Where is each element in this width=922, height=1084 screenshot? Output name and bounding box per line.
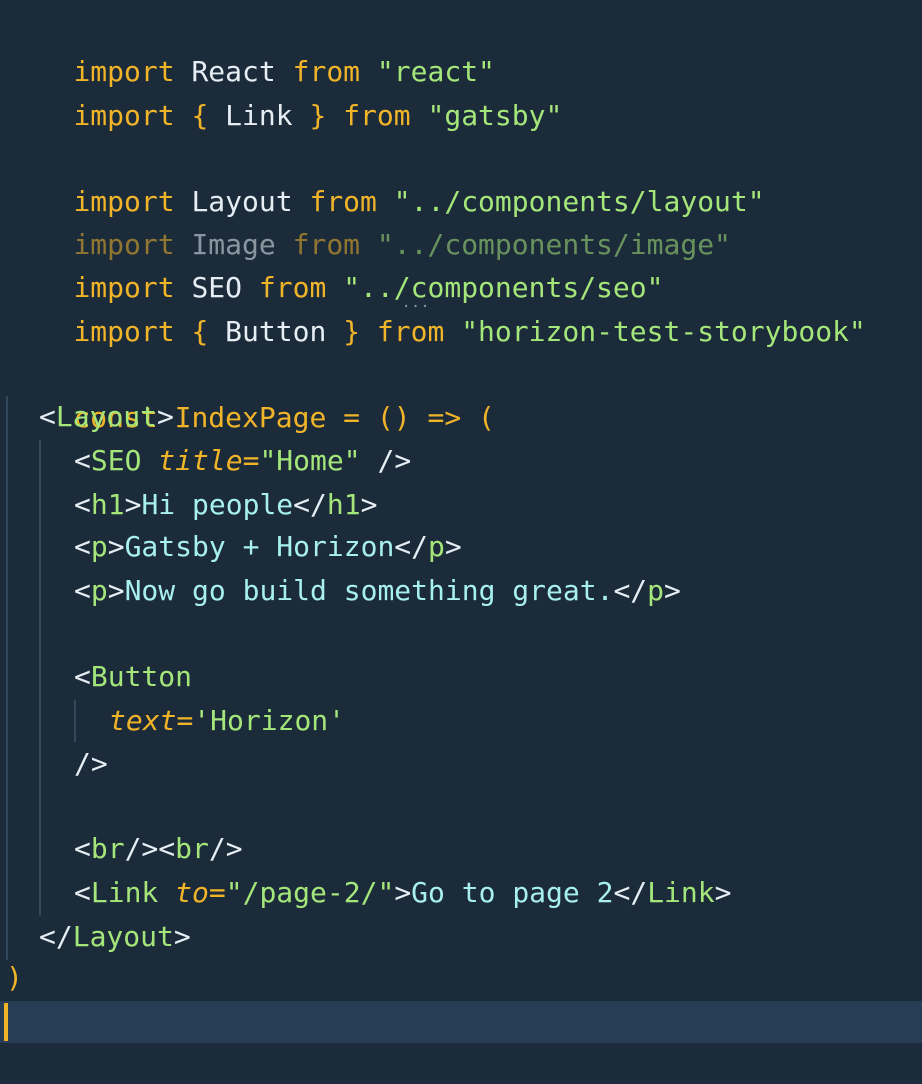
tag-bracket: < <box>74 660 91 693</box>
jsx-text: Go to page 2 <box>411 876 614 909</box>
indent-guide <box>74 700 76 742</box>
keyword: from <box>343 99 411 132</box>
tag-bracket: </ <box>39 920 73 953</box>
tag-bracket: > <box>124 488 142 521</box>
attribute-value: 'Horizon' <box>193 704 346 737</box>
tag-bracket: > <box>394 876 412 909</box>
text-cursor <box>4 1003 8 1041</box>
tag-bracket: > <box>714 876 732 909</box>
tag-bracket: /> <box>74 747 108 780</box>
code-line-22[interactable]: </Layout> <box>39 915 191 958</box>
string: "horizon-test-storybook" <box>461 315 866 348</box>
tag-bracket: < <box>74 530 91 563</box>
code-line-23[interactable]: ) <box>6 956 23 999</box>
keyword: import <box>73 315 175 348</box>
keyword: import <box>73 99 175 132</box>
attribute-name: title <box>158 444 243 477</box>
code-line-4[interactable]: import Layout from "../components/layout… <box>6 137 764 218</box>
operator: = <box>208 876 226 909</box>
code-line-18[interactable]: /> <box>74 742 108 785</box>
code-line-12[interactable]: <h1>Hi people</h1> <box>74 483 377 526</box>
current-line-highlight <box>0 1001 922 1043</box>
tag-bracket: /> <box>360 444 412 477</box>
tag-bracket: > <box>107 530 125 563</box>
tag-name: Link <box>647 876 715 909</box>
tag-name: Link <box>90 876 159 909</box>
attribute-value: "/page-2/" <box>225 876 395 909</box>
code-line-13[interactable]: <p>Gatsby + Horizon</p> <box>74 525 462 568</box>
attribute-name: text <box>109 704 177 737</box>
tag-name: br <box>90 832 125 865</box>
tag-name: h1 <box>90 488 125 521</box>
brace: { <box>191 99 209 132</box>
tag-name: p <box>647 574 665 607</box>
tag-bracket: > <box>157 400 174 433</box>
tag-name: h1 <box>326 488 361 521</box>
keyword: from <box>376 315 445 348</box>
tag-name: Button <box>90 660 193 693</box>
tag-bracket: </ <box>613 574 648 607</box>
tag-name: p <box>90 574 108 607</box>
tag-bracket: > <box>664 574 681 607</box>
tag-bracket: < <box>74 832 91 865</box>
jsx-text: Gatsby + Horizon <box>124 530 395 563</box>
code-line-10[interactable]: <Layout> <box>39 395 174 438</box>
tag-bracket: < <box>74 444 91 477</box>
jsx-text: Now go build something great. <box>124 574 614 607</box>
identifier: IndexPage <box>174 401 327 434</box>
tag-bracket: < <box>158 832 176 865</box>
tag-bracket: > <box>444 530 462 563</box>
identifier: Link <box>225 99 293 132</box>
code-line-17[interactable]: text='Horizon' <box>109 699 345 742</box>
tag-bracket: > <box>107 574 125 607</box>
tag-bracket: /> <box>124 832 159 865</box>
code-line-16[interactable]: <Button <box>74 655 192 698</box>
tag-bracket: </ <box>394 530 429 563</box>
paren: ) <box>6 961 23 994</box>
ellipsis-hint-icon[interactable]: ... <box>402 296 430 310</box>
code-line-1[interactable]: import React from "react" <box>6 7 494 88</box>
brace: } <box>309 99 327 132</box>
code-editor[interactable]: import React from "react" import { Link … <box>0 0 922 1084</box>
tag-bracket: < <box>74 488 91 521</box>
tag-name: Layout <box>55 400 158 433</box>
tag-name: p <box>428 530 445 563</box>
brace: } <box>343 315 361 348</box>
tag-bracket: /> <box>208 832 243 865</box>
tag-bracket: < <box>74 876 91 909</box>
tag-name: Layout <box>72 920 174 953</box>
tag-name: br <box>175 832 209 865</box>
tag-bracket: > <box>173 920 191 953</box>
tag-bracket: < <box>39 400 56 433</box>
tag-bracket: </ <box>293 488 327 521</box>
attribute-name: to <box>175 876 209 909</box>
tag-bracket: > <box>360 488 378 521</box>
code-line-11[interactable]: <SEO title="Home" /> <box>74 439 411 482</box>
jsx-text: Hi people <box>141 488 294 521</box>
operator: = <box>176 704 194 737</box>
identifier: Button <box>225 315 327 348</box>
tag-bracket: < <box>74 574 91 607</box>
code-line-6[interactable]: import SEO from "../components/seo" <box>6 223 663 304</box>
code-line-9[interactable]: const IndexPage = () => ( <box>6 353 494 434</box>
code-line-20[interactable]: <br/><br/> <box>74 827 243 870</box>
code-line-14[interactable]: <p>Now go build something great.</p> <box>74 569 681 612</box>
tag-bracket: </ <box>613 876 648 909</box>
attribute-value: "Home" <box>259 444 361 477</box>
operator: = <box>242 444 260 477</box>
code-line-2[interactable]: import { Link } from "gatsby" <box>6 51 562 132</box>
code-line-25[interactable]: export default IndexPage <box>6 1043 478 1084</box>
brace: { <box>191 315 209 348</box>
indent-guide <box>39 440 41 916</box>
code-line-7[interactable]: import { Button } from "horizon-test-sto… <box>6 267 865 348</box>
tag-name: SEO <box>90 444 142 477</box>
string: "gatsby" <box>427 99 563 132</box>
operator: = () => ( <box>343 401 495 434</box>
tag-name: p <box>90 530 108 563</box>
code-line-5[interactable]: import Image from "../components/image" <box>6 180 730 261</box>
code-line-21[interactable]: <Link to="/page-2/">Go to page 2</Link> <box>74 871 731 914</box>
